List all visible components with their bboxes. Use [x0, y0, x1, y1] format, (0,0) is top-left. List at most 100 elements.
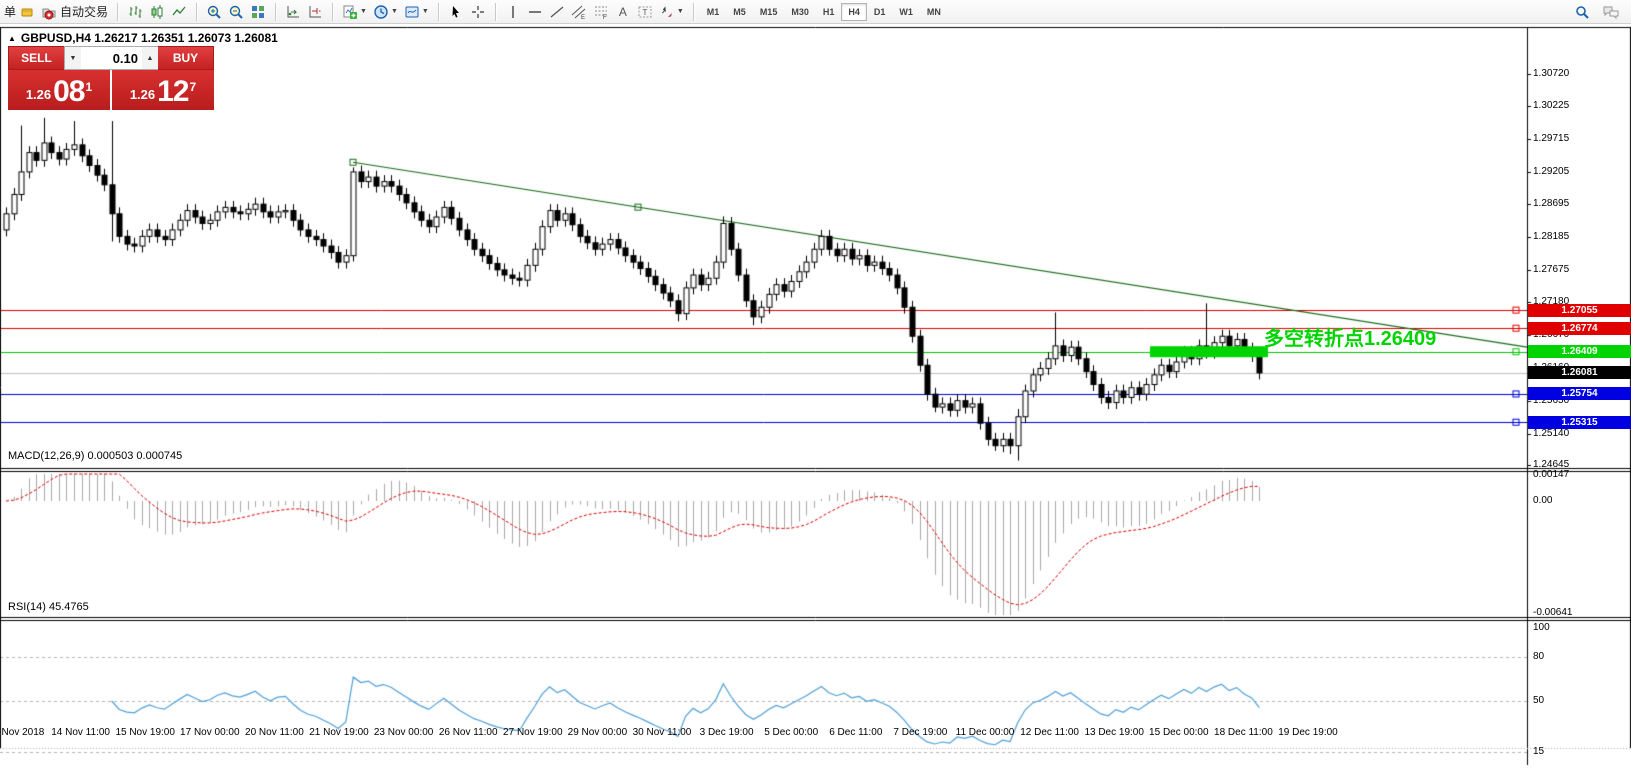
timeframe-button-d1[interactable]: D1 — [867, 3, 893, 21]
rsi-axis-tick: 15 — [1533, 746, 1544, 757]
price-axis-tick: 1.28695 — [1533, 198, 1569, 209]
toolbar-separator — [693, 3, 694, 21]
text-label-tool-icon[interactable]: T — [634, 2, 656, 22]
volume-decrease-button[interactable]: ▼ — [65, 47, 81, 69]
price-level-badge[interactable]: 1.27055 — [1528, 304, 1631, 317]
mt4-window: 单 自动交易 — [0, 0, 1631, 769]
periods-button[interactable]: ▼ — [370, 2, 401, 22]
time-axis-label[interactable]: 19 Dec 19:00 — [1278, 727, 1338, 738]
buy-quote[interactable]: 1.26 12 7 — [112, 70, 214, 110]
time-axis-label[interactable]: 13 Nov 2018 — [0, 727, 44, 738]
timeframe-button-h4[interactable]: H4 — [841, 3, 867, 21]
price-axis-tick: 1.30225 — [1533, 100, 1569, 111]
time-axis-label[interactable]: 18 Dec 11:00 — [1214, 727, 1273, 738]
chevron-down-icon: ▼ — [391, 8, 398, 15]
buy-button[interactable]: BUY — [158, 46, 214, 70]
chat-icon[interactable] — [1599, 2, 1623, 22]
price-axis-tick: 1.29205 — [1533, 166, 1569, 177]
time-axis-label[interactable]: 23 Nov 00:00 — [374, 727, 434, 738]
crosshair-icon[interactable] — [467, 2, 489, 22]
pivot-annotation-text[interactable]: 多空转折点1.26409 — [1264, 322, 1436, 351]
text-tool-button[interactable]: A — [612, 2, 634, 22]
price-level-badge[interactable]: 1.26774 — [1528, 322, 1631, 335]
tile-windows-icon[interactable] — [247, 2, 269, 22]
timeframe-button-w1[interactable]: W1 — [892, 3, 920, 21]
volume-increase-button[interactable]: ▲ — [142, 47, 158, 69]
price-axis-tick: 1.29715 — [1533, 133, 1569, 144]
cursor-icon[interactable] — [445, 2, 467, 22]
chevron-down-icon: ▼ — [677, 8, 684, 15]
time-axis-label[interactable]: 21 Nov 19:00 — [309, 727, 369, 738]
timeframe-button-m5[interactable]: M5 — [726, 3, 753, 21]
main-toolbar: 单 自动交易 — [0, 0, 1631, 24]
time-axis-label[interactable]: 15 Dec 00:00 — [1149, 727, 1209, 738]
time-axis-label[interactable]: 29 Nov 00:00 — [568, 727, 628, 738]
bar-chart-icon[interactable] — [124, 2, 146, 22]
search-icon[interactable] — [1571, 2, 1593, 22]
timeframe-button-m15[interactable]: M15 — [753, 3, 785, 21]
template-icon — [404, 4, 420, 20]
time-axis-label[interactable]: 20 Nov 11:00 — [245, 727, 304, 738]
time-axis-label[interactable]: 3 Dec 19:00 — [700, 727, 754, 738]
macd-axis-tick: -0.00641 — [1533, 607, 1572, 618]
vertical-line-tool-icon[interactable] — [502, 2, 524, 22]
horizontal-line-tool-icon[interactable] — [524, 2, 546, 22]
candlestick-chart-icon[interactable] — [146, 2, 168, 22]
price-level-badge[interactable]: 1.26409 — [1528, 345, 1631, 358]
toolbar-separator — [495, 3, 496, 21]
auto-scroll-icon[interactable] — [282, 2, 304, 22]
equidistant-channel-tool-icon[interactable]: E — [568, 2, 590, 22]
chevron-down-icon: ▼ — [422, 8, 429, 15]
line-chart-icon[interactable] — [168, 2, 190, 22]
chart-ohlc-values: 1.26217 1.26351 1.26073 1.26081 — [94, 31, 278, 45]
time-axis-label[interactable]: 30 Nov 11:00 — [633, 727, 692, 738]
toolbar-separator — [275, 3, 276, 21]
chart-symbol: GBPUSD,H4 — [21, 31, 91, 45]
timeframe-button-m1[interactable]: M1 — [700, 3, 727, 21]
volume-stepper: ▼ ▲ — [64, 46, 159, 70]
time-axis-label[interactable]: 7 Dec 19:00 — [893, 727, 947, 738]
rsi-axis-tick: 100 — [1533, 622, 1550, 633]
time-axis-label[interactable]: 26 Nov 11:00 — [439, 727, 498, 738]
indicators-icon — [342, 4, 358, 20]
timeframe-button-h1[interactable]: H1 — [816, 3, 842, 21]
chart-shift-icon[interactable] — [304, 2, 326, 22]
indicators-button[interactable]: ▼ — [339, 2, 370, 22]
time-axis-label[interactable]: 14 Nov 11:00 — [51, 727, 110, 738]
zoom-out-icon[interactable] — [225, 2, 247, 22]
toolbar-separator — [196, 3, 197, 21]
price-level-badge[interactable]: 1.26081 — [1528, 366, 1631, 379]
chart-window: ▲ GBPUSD,H4 1.26217 1.26351 1.26073 1.26… — [0, 25, 1631, 769]
sell-quote[interactable]: 1.26 08 1 — [8, 70, 110, 110]
new-order-icon[interactable] — [16, 2, 38, 22]
time-axis-label[interactable]: 15 Nov 19:00 — [115, 727, 175, 738]
svg-text:T: T — [642, 8, 647, 17]
time-axis-label[interactable]: 12 Dec 11:00 — [1020, 727, 1079, 738]
time-axis-label[interactable]: 13 Dec 19:00 — [1084, 727, 1144, 738]
buy-price-small: 1.26 — [130, 82, 155, 108]
time-axis-label[interactable]: 11 Dec 00:00 — [956, 727, 1015, 738]
time-axis-label[interactable]: 5 Dec 00:00 — [764, 727, 818, 738]
collapse-arrow-icon[interactable]: ▲ — [8, 34, 16, 43]
arrows-tool-button[interactable]: ▼ — [656, 2, 687, 22]
price-level-badge[interactable]: 1.25754 — [1528, 387, 1631, 400]
volume-input[interactable] — [81, 47, 142, 69]
time-axis-label[interactable]: 17 Nov 00:00 — [180, 727, 240, 738]
price-level-badge[interactable]: 1.25315 — [1528, 416, 1631, 429]
sell-button[interactable]: SELL — [8, 46, 64, 70]
timeframe-button-m30[interactable]: M30 — [784, 3, 816, 21]
rsi-indicator-label: RSI(14) 45.4765 — [8, 601, 89, 613]
timeframe-button-mn[interactable]: MN — [920, 3, 948, 21]
rsi-axis-tick: 80 — [1533, 651, 1544, 662]
zoom-in-icon[interactable] — [203, 2, 225, 22]
trendline-tool-icon[interactable] — [546, 2, 568, 22]
fibonacci-tool-icon[interactable]: F — [590, 2, 612, 22]
time-axis-label[interactable]: 27 Nov 19:00 — [503, 727, 563, 738]
auto-trading-button[interactable]: 自动交易 — [38, 2, 111, 22]
auto-trading-icon — [41, 4, 57, 20]
templates-button[interactable]: ▼ — [401, 2, 432, 22]
toolbar-separator — [117, 3, 118, 21]
new-order-label[interactable]: 单 — [4, 3, 16, 20]
time-axis-label[interactable]: 6 Dec 11:00 — [829, 727, 882, 738]
macd-axis-tick: 0.00 — [1533, 495, 1552, 506]
